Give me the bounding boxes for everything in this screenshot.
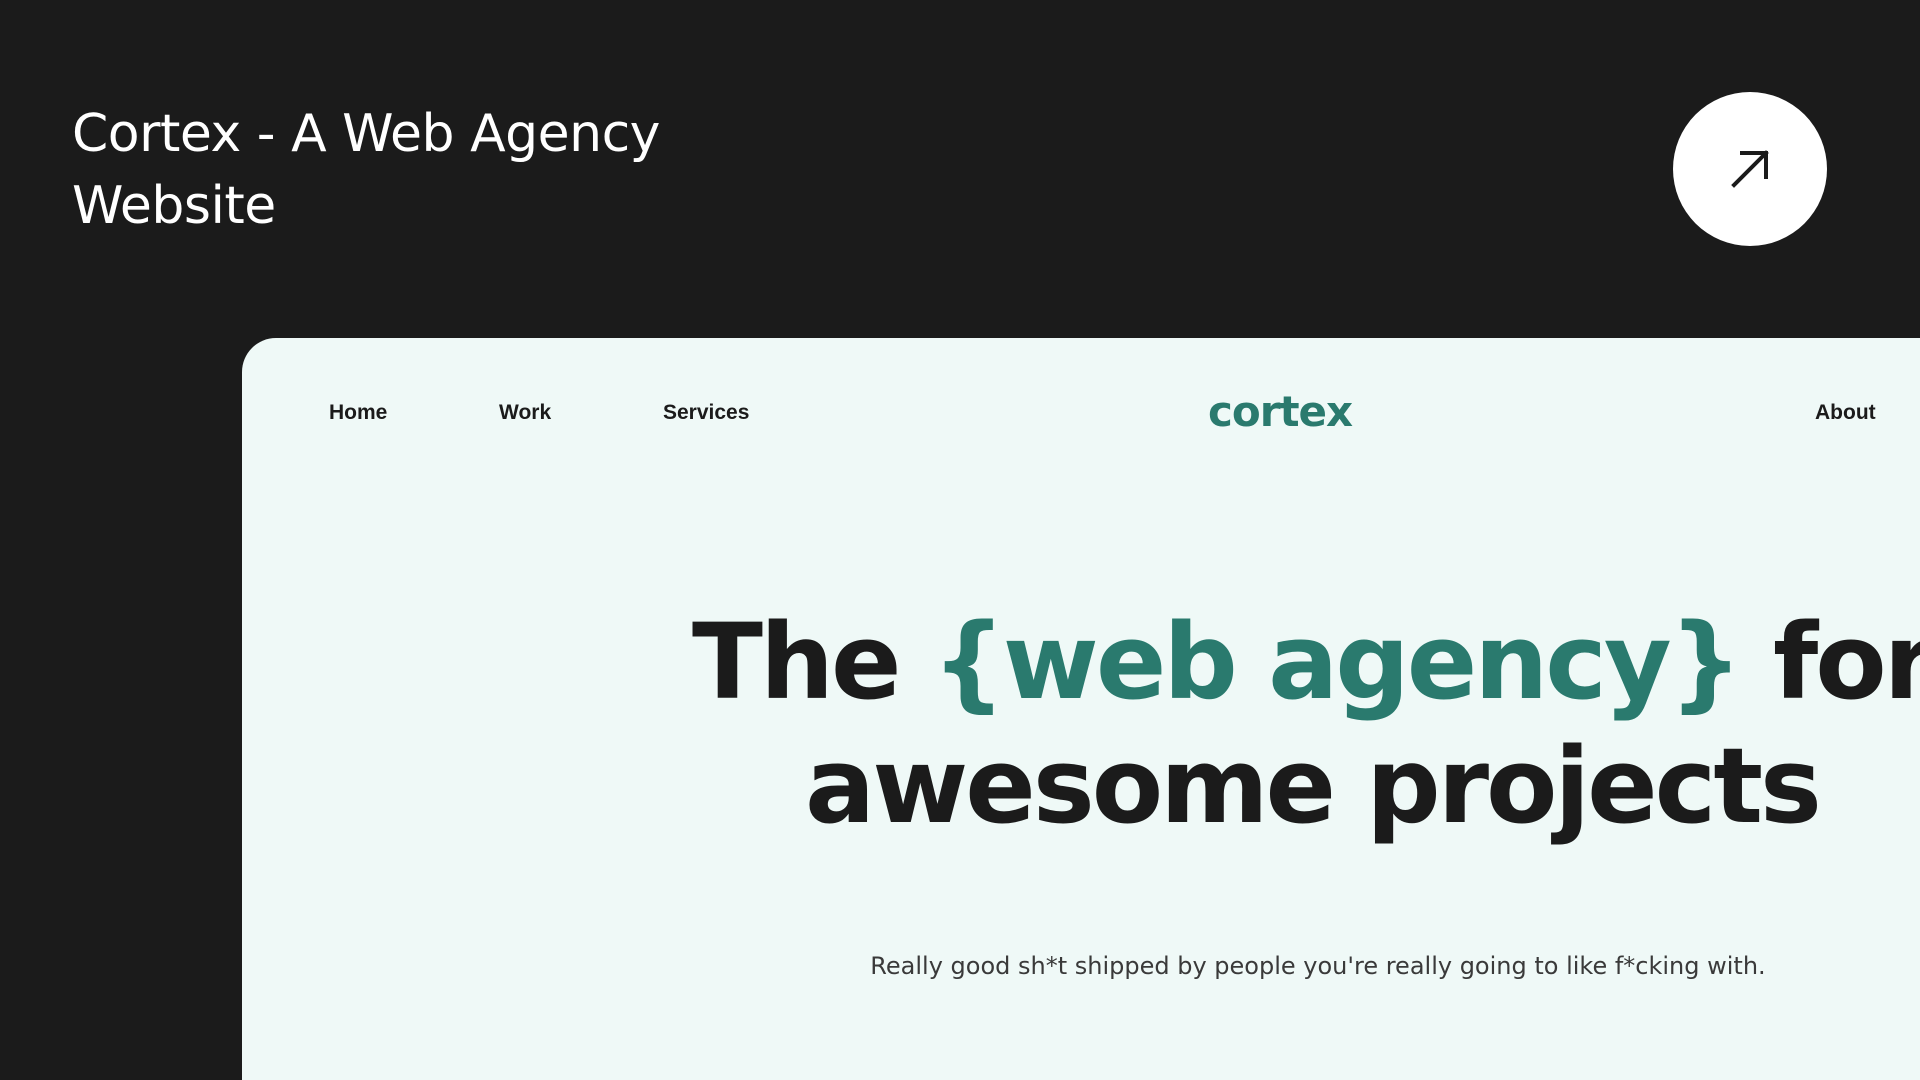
hero-subheadline: Really good sh*t shipped by people you'r… [870,952,1766,980]
cortex-logo[interactable]: cortex [1208,386,1353,438]
hero-headline: The {web agency} for awesome projects [242,600,1920,848]
headline-prefix: The [692,601,932,723]
project-title: Cortex - A Web Agency Website [72,104,660,236]
website-preview: Home Work Services cortex About The {web… [242,338,1920,1080]
headline-suffix: for [1739,601,1920,723]
nav-services-link[interactable]: Services [663,400,749,426]
nav-about-link[interactable]: About [1815,400,1876,426]
nav-home-link[interactable]: Home [329,400,387,426]
open-project-button[interactable] [1673,92,1827,246]
headline-accent: {web agency} [931,601,1743,723]
headline-line-2: awesome projects [805,725,1822,847]
nav-work-link[interactable]: Work [499,400,551,426]
arrow-up-right-icon [1731,150,1769,188]
